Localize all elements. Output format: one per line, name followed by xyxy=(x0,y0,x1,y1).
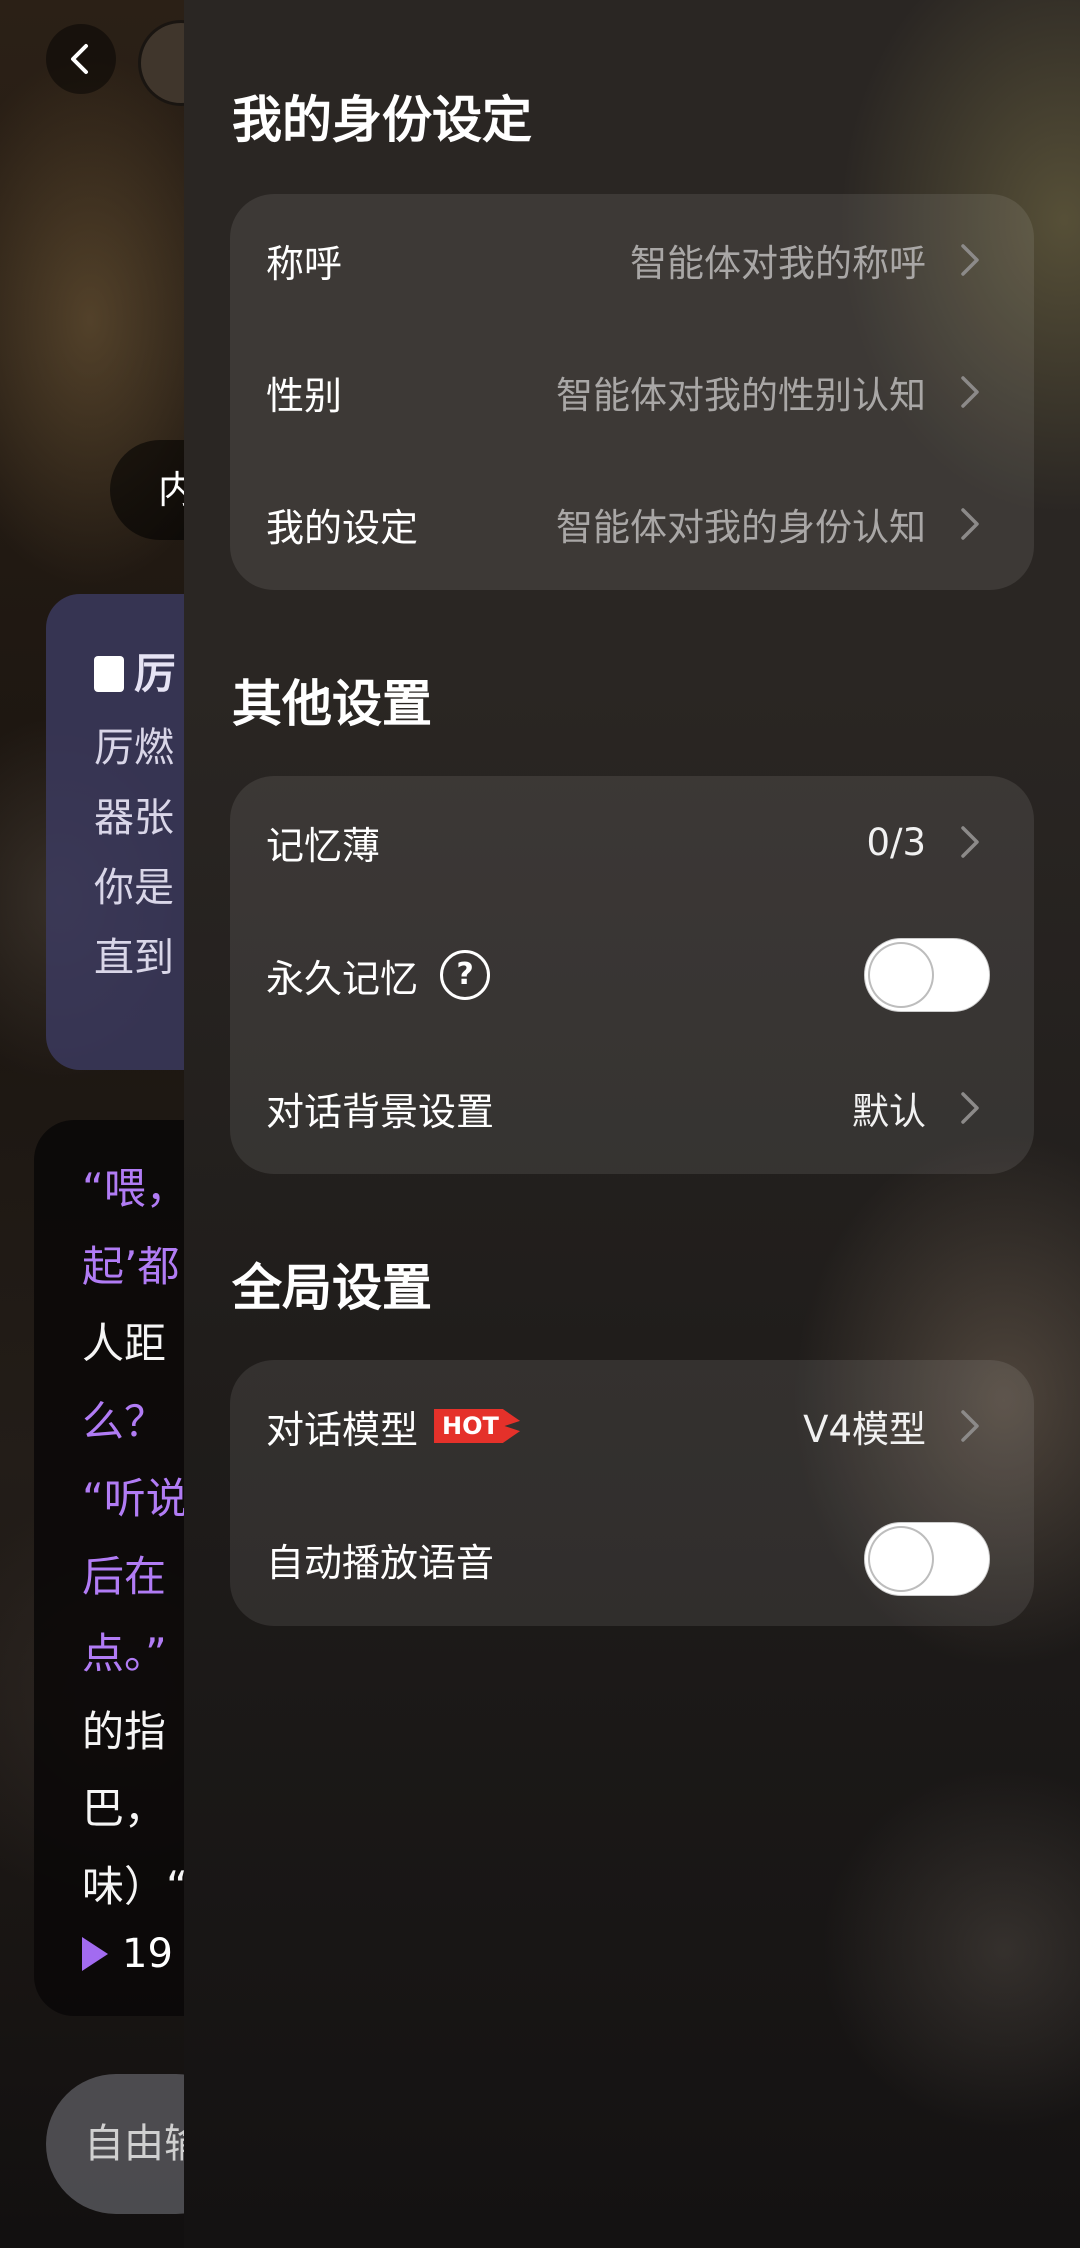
row-label: 对话背景设置 xyxy=(266,1089,495,1134)
toggle-knob xyxy=(868,1526,934,1592)
back-button[interactable] xyxy=(46,24,116,94)
row-label: 称呼 xyxy=(266,241,343,286)
row-value: V4模型 xyxy=(803,1408,926,1451)
row-label: 自动播放语音 xyxy=(266,1540,495,1585)
row-chat-background[interactable]: 对话背景设置 默认 xyxy=(230,1042,1034,1174)
row-nickname[interactable]: 称呼 智能体对我的称呼 xyxy=(230,194,1034,326)
row-value: 智能体对我的称呼 xyxy=(630,242,926,285)
row-label: 永久记忆? xyxy=(266,948,491,1003)
other-settings-group: 记忆薄 0/3 永久记忆? 对话背景设置 默认 xyxy=(230,776,1034,1174)
identity-group: 称呼 智能体对我的称呼 性别 智能体对我的性别认知 我的设定 智能体对我的身份认… xyxy=(230,194,1034,590)
chevron-right-icon xyxy=(950,1406,990,1446)
chat-message-bubble[interactable]: “喂， 起’都 人距 么？ “听说 后在 点。” 的指 巴， 味）“ 19 xyxy=(34,1120,204,2016)
row-gender[interactable]: 性别 智能体对我的性别认知 xyxy=(230,326,1034,458)
row-value: 智能体对我的性别认知 xyxy=(556,374,926,417)
chevron-right-icon xyxy=(950,1088,990,1128)
chevron-left-icon xyxy=(71,44,88,74)
chevron-right-icon xyxy=(950,240,990,280)
book-icon xyxy=(94,656,124,692)
settings-drawer: 我的身份设定 称呼 智能体对我的称呼 性别 智能体对我的性别认知 我的设定 智能… xyxy=(184,0,1080,2248)
section-title-other: 其他设置 xyxy=(232,675,432,733)
intro-card: 厉 厉燃 器张 你是 直到 xyxy=(46,594,206,1070)
row-value: 智能体对我的身份认知 xyxy=(556,506,926,549)
hot-badge: HOT xyxy=(434,1409,521,1443)
permanent-memory-toggle[interactable] xyxy=(864,938,990,1012)
row-label: 对话模型 HOT xyxy=(266,1399,521,1454)
section-title-identity: 我的身份设定 xyxy=(232,91,532,149)
memo-count: 0/3 xyxy=(866,820,926,864)
chevron-right-icon xyxy=(950,822,990,862)
row-value: 默认 xyxy=(852,1090,926,1133)
row-label: 性别 xyxy=(266,373,343,418)
row-memo[interactable]: 记忆薄 0/3 xyxy=(230,776,1034,908)
row-my-profile[interactable]: 我的设定 智能体对我的身份认知 xyxy=(230,458,1034,590)
auto-voice-toggle[interactable] xyxy=(864,1522,990,1596)
play-icon xyxy=(82,1937,108,1971)
row-label: 记忆薄 xyxy=(266,823,381,868)
help-icon[interactable]: ? xyxy=(440,950,491,1000)
row-label: 我的设定 xyxy=(266,505,419,550)
global-settings-group: 对话模型 HOT V4模型 自动播放语音 xyxy=(230,1360,1034,1626)
row-permanent-memory: 永久记忆? xyxy=(230,909,1034,1041)
chevron-right-icon xyxy=(950,372,990,412)
row-chat-model[interactable]: 对话模型 HOT V4模型 xyxy=(230,1360,1034,1492)
row-auto-voice: 自动播放语音 xyxy=(230,1493,1034,1625)
toggle-knob xyxy=(868,942,934,1008)
chevron-right-icon xyxy=(950,504,990,544)
section-title-global: 全局设置 xyxy=(232,1259,432,1317)
